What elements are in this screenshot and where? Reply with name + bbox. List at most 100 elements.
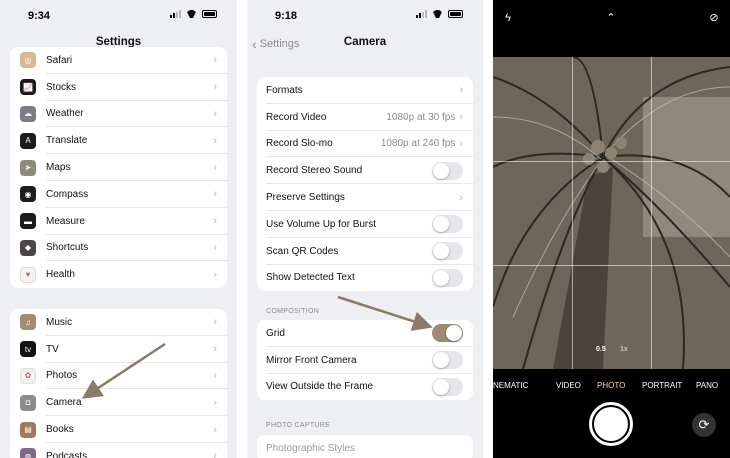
maps-icon: ➤ <box>20 159 36 176</box>
toggle-scan-qr-codes[interactable] <box>432 242 463 261</box>
settings-item-label: Measure <box>46 215 85 227</box>
settings-item-label: Weather <box>46 108 84 120</box>
battery-icon <box>448 10 463 18</box>
settings-item-translate[interactable]: A Translate › <box>10 127 227 154</box>
settings-item-label: Maps <box>46 162 71 174</box>
toggle-view-outside-the-frame[interactable] <box>432 377 463 396</box>
grid-line <box>651 57 652 369</box>
setting-label: Record Video <box>266 111 327 123</box>
setting-row-show-detected-text[interactable]: Show Detected Text <box>257 265 473 292</box>
safari-icon: ◎ <box>20 52 36 69</box>
settings-group-media: ♫ Music › tv TV › ✿ Photos › ◘ Camera › ▤ Books › ◍ Podc… <box>10 309 227 458</box>
setting-row-record-video[interactable]: Record Video 1080p at 30 fps › <box>257 104 473 131</box>
setting-value: 1080p at 240 fps <box>380 138 456 150</box>
chevron-right-icon: › <box>213 188 217 201</box>
settings-item-label: Translate <box>46 135 88 147</box>
settings-item-music[interactable]: ♫ Music › <box>10 309 227 336</box>
chevron-right-icon: › <box>213 450 217 458</box>
settings-item-measure[interactable]: ▬ Measure › <box>10 208 227 235</box>
setting-row-photographic-styles[interactable]: Photographic Styles <box>257 435 473 458</box>
tv-icon: tv <box>20 341 36 358</box>
status-bar: 9:18 <box>247 0 483 30</box>
settings-item-label: Compass <box>46 188 89 200</box>
setting-row-use-volume-up-for-burst[interactable]: Use Volume Up for Burst <box>257 211 473 238</box>
settings-item-label: Podcasts <box>46 450 88 458</box>
chevron-right-icon: › <box>213 316 217 329</box>
settings-item-health[interactable]: ♥ Health › <box>10 261 227 288</box>
setting-row-record-slo-mo[interactable]: Record Slo-mo 1080p at 240 fps › <box>257 131 473 158</box>
chevron-right-icon: › <box>213 81 217 94</box>
setting-label: View Outside the Frame <box>266 381 374 393</box>
toggle-mirror-front-camera[interactable] <box>432 351 463 370</box>
setting-label: Photographic Styles <box>266 442 355 454</box>
zoom-0-5-button[interactable]: 0.5 <box>596 346 606 353</box>
mode-cinematic[interactable]: CINEMATIC <box>493 381 528 390</box>
flip-camera-icon[interactable]: ⟳ <box>692 413 716 437</box>
health-icon: ♥ <box>20 266 36 283</box>
chevron-right-icon: › <box>213 54 217 67</box>
setting-label: Mirror Front Camera <box>266 354 357 366</box>
setting-label: Record Stereo Sound <box>266 165 363 177</box>
chevron-right-icon: › <box>213 161 217 174</box>
stocks-icon: 📈 <box>20 79 36 96</box>
settings-item-safari[interactable]: ◎ Safari › <box>10 47 227 74</box>
camera-viewfinder[interactable] <box>493 57 730 369</box>
settings-item-shortcuts[interactable]: ◆ Shortcuts › <box>10 235 227 262</box>
setting-label: Formats <box>266 84 303 96</box>
chevron-up-icon[interactable]: ⌃ <box>602 9 620 27</box>
setting-row-preserve-settings[interactable]: Preserve Settings › <box>257 184 473 211</box>
chevron-right-icon: › <box>213 423 217 436</box>
setting-row-formats[interactable]: Formats › <box>257 77 473 104</box>
compass-icon: ◉ <box>20 186 36 203</box>
grid-line <box>493 161 730 162</box>
settings-item-stocks[interactable]: 📈 Stocks › <box>10 74 227 101</box>
chevron-right-icon: › <box>213 343 217 356</box>
chevron-right-icon: › <box>213 215 217 228</box>
toggle-show-detected-text[interactable] <box>432 268 463 287</box>
mode-photo[interactable]: PHOTO <box>597 381 625 390</box>
mode-pano[interactable]: PANO <box>696 381 718 390</box>
measure-icon: ▬ <box>20 213 36 230</box>
settings-item-books[interactable]: ▤ Books › <box>10 416 227 443</box>
chevron-right-icon: › <box>459 111 463 124</box>
settings-item-tv[interactable]: tv TV › <box>10 336 227 363</box>
settings-item-camera[interactable]: ◘ Camera › <box>10 389 227 416</box>
chevron-right-icon: › <box>213 396 217 409</box>
chevron-right-icon: › <box>213 369 217 382</box>
toggle-record-stereo-sound[interactable] <box>432 161 463 180</box>
settings-item-compass[interactable]: ◉ Compass › <box>10 181 227 208</box>
shutter-button[interactable] <box>589 402 633 446</box>
settings-item-weather[interactable]: ☁ Weather › <box>10 101 227 128</box>
camera-mode-selector: CINEMATIC VIDEO PHOTO PORTRAIT PANO <box>493 381 730 395</box>
live-photo-icon[interactable]: ⊘ <box>705 9 723 27</box>
settings-item-maps[interactable]: ➤ Maps › <box>10 154 227 181</box>
setting-row-view-outside-the-frame[interactable]: View Outside the Frame <box>257 374 473 401</box>
settings-item-label: Safari <box>46 54 73 66</box>
composition-group: Grid Mirror Front Camera View Outside the … <box>257 320 473 401</box>
mode-video[interactable]: VIDEO <box>556 381 581 390</box>
chevron-right-icon: › <box>213 268 217 281</box>
settings-group-apps: ◎ Safari › 📈 Stocks › ☁ Weather › A Translate › ➤ Map… <box>10 47 227 289</box>
setting-row-grid[interactable]: Grid <box>257 320 473 347</box>
settings-item-podcasts[interactable]: ◍ Podcasts › <box>10 443 227 458</box>
setting-row-scan-qr-codes[interactable]: Scan QR Codes <box>257 238 473 265</box>
settings-item-photos[interactable]: ✿ Photos › <box>10 363 227 390</box>
books-icon: ▤ <box>20 421 36 438</box>
chevron-right-icon: › <box>459 84 463 97</box>
flash-icon[interactable]: ϟ <box>499 9 517 27</box>
setting-row-mirror-front-camera[interactable]: Mirror Front Camera <box>257 347 473 374</box>
settings-item-label: Photos <box>46 370 78 382</box>
status-bar: 9:34 <box>0 0 237 30</box>
toggle-use-volume-up-for-burst[interactable] <box>432 215 463 234</box>
setting-label: Show Detected Text <box>266 272 355 284</box>
setting-label: Record Slo-mo <box>266 138 333 150</box>
zoom-1x-button[interactable]: 1x <box>620 346 628 353</box>
battery-icon <box>202 10 217 18</box>
shortcuts-icon: ◆ <box>20 239 36 256</box>
toggle-grid[interactable] <box>432 324 463 343</box>
mode-portrait[interactable]: PORTRAIT <box>642 381 682 390</box>
setting-value: 1080p at 30 fps <box>386 111 456 123</box>
settings-item-label: TV <box>46 343 59 355</box>
setting-label: Scan QR Codes <box>266 245 339 257</box>
setting-row-record-stereo-sound[interactable]: Record Stereo Sound <box>257 157 473 184</box>
